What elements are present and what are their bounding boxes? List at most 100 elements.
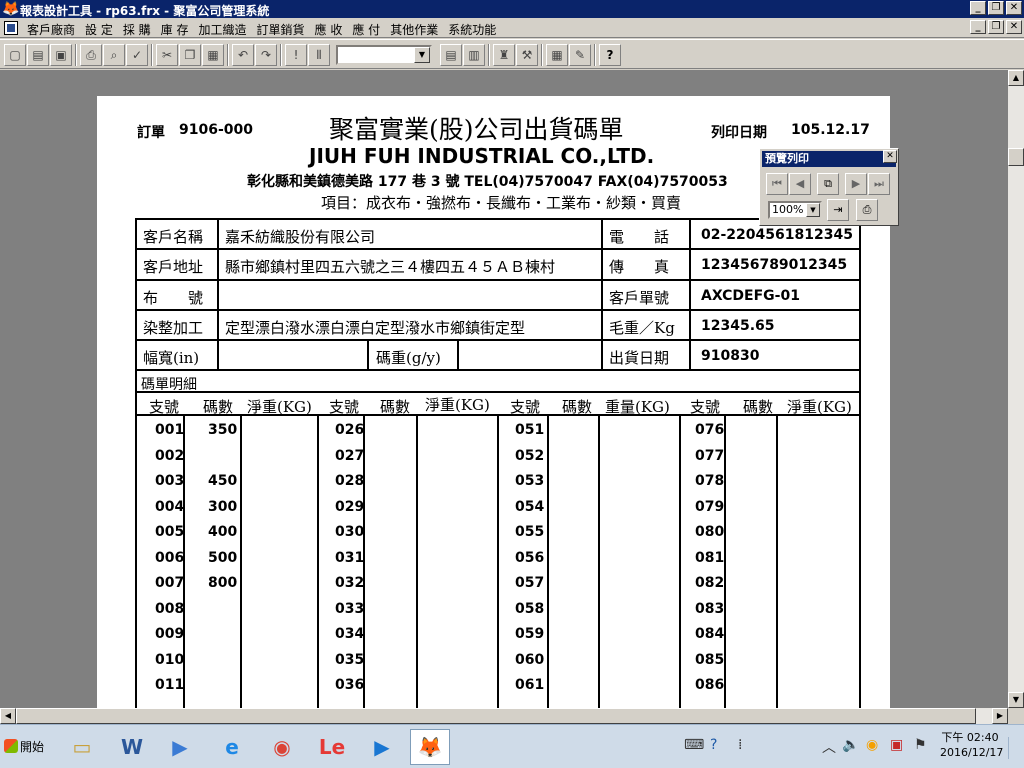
new-icon[interactable]: ▢ [4,44,26,66]
internet-explorer-icon[interactable]: e [212,729,252,765]
roll-number: 008 [155,601,185,617]
designer-icon[interactable]: ⚒ [516,44,538,66]
chrome-icon[interactable]: ◉ [262,729,302,765]
spell-check-icon[interactable]: ✓ [126,44,148,66]
scroll-down-button[interactable]: ▼ [1008,692,1024,708]
previous-page-icon[interactable]: ◀ [789,173,811,195]
roll-number: 077 [695,448,725,464]
roll-number: 029 [335,499,365,515]
tray-overflow-icon[interactable]: ⁞ [738,737,742,753]
video-player-icon[interactable]: ▶ [362,729,402,765]
undo-icon[interactable]: ↶ [232,44,254,66]
file-explorer-icon[interactable]: ▭ [62,729,102,765]
horizontal-scroll-thumb[interactable] [16,708,976,724]
redo-icon[interactable]: ↷ [255,44,277,66]
media-player-icon[interactable]: ▶ [160,729,200,765]
ship-date: 910830 [701,348,760,364]
taskbar: 開始 ▭ W ▶ e ◉ Le ▶ 🦊 ⌨ ? ⁞ ︿ 🔈 ◉ ▣ ⚑ 下午 0… [0,724,1024,768]
volume-icon[interactable]: 🔈 [842,737,859,753]
doc-minimize-button[interactable]: _ [970,20,986,34]
close-icon[interactable]: ✕ [883,150,897,163]
menu-receivables[interactable]: 應 收 [310,21,348,38]
restore-button[interactable]: ❐ [988,1,1004,15]
help-icon[interactable]: ? [710,737,717,753]
menu-orders-sales[interactable]: 訂單銷貨 [252,21,310,38]
clock[interactable]: 下午 02:40 2016/12/17 [940,730,1003,760]
show-desktop-button[interactable] [1008,737,1022,759]
next-page-icon[interactable]: ▶ [845,173,867,195]
scroll-left-button[interactable]: ◀ [0,708,16,724]
roll-number: 027 [335,448,365,464]
print-date-label: 列印日期 [711,125,767,141]
menu-inventory[interactable]: 庫 存 [156,21,194,38]
print-preview-icon[interactable]: ⌕ [103,44,125,66]
menu-customers[interactable]: 客戶廠商 [22,21,80,38]
print-date: 105.12.17 [791,122,870,138]
scroll-up-button[interactable]: ▲ [1008,70,1024,86]
roll-number: 079 [695,499,725,515]
paste-icon[interactable]: ▦ [202,44,224,66]
order-label: 訂單 [137,125,165,141]
builder-icon[interactable]: ♜ [493,44,515,66]
cut-icon[interactable]: ✂ [156,44,178,66]
doc-close-button[interactable]: ✕ [1006,20,1022,34]
phone-label: 電 話 [609,228,670,246]
minimize-button[interactable]: _ [970,1,986,15]
antivirus-icon[interactable]: ◉ [866,737,878,753]
report-icon[interactable]: ▥ [463,44,485,66]
word-icon[interactable]: W [112,729,152,765]
horizontal-scrollbar[interactable]: ◀ ▶ [0,708,1008,724]
show-hidden-icons-icon[interactable]: ︿ [822,737,836,757]
print-icon[interactable]: ⎙ [80,44,102,66]
toolbar-combo[interactable]: ▼ [336,45,432,65]
network-icon[interactable]: ▣ [890,737,903,753]
roll-number: 028 [335,473,365,489]
database-icon[interactable]: ▦ [546,44,568,66]
keyboard-icon[interactable]: ⌨ [684,737,704,753]
company-address: 彰化縣和美鎮德美路 177 巷 3 號 TEL(04)7570047 FAX(0… [247,174,728,190]
copy-icon[interactable]: ❐ [179,44,201,66]
chart-icon[interactable]: ⦀ [308,44,330,66]
roll-number: 026 [335,422,365,438]
roll-number: 009 [155,626,185,642]
gross-weight-label: 毛重／Kg [609,319,675,337]
first-page-icon[interactable]: ⏮ [766,173,788,195]
close-button[interactable]: ✕ [1006,1,1022,15]
chevron-down-icon[interactable]: ▼ [414,47,430,63]
col-header: 支號 [149,398,180,416]
close-preview-icon[interactable]: ⇥ [827,199,849,221]
run-icon[interactable]: ! [285,44,307,66]
flag-icon[interactable]: ⚑ [914,737,927,753]
roll-number: 010 [155,652,185,668]
form-icon[interactable]: ▤ [440,44,462,66]
last-page-icon[interactable]: ⏭ [868,173,890,195]
menu-other[interactable]: 其他作業 [385,21,443,38]
le-app-icon[interactable]: Le [312,729,352,765]
report-tool-taskbar-icon[interactable]: 🦊 [410,729,450,765]
report-title: 聚富實業(股)公司出貨碼單 [329,115,624,144]
open-icon[interactable]: ▤ [27,44,49,66]
roll-number: 051 [515,422,545,438]
menu-settings[interactable]: 設 定 [80,21,118,38]
detail-label: 碼單明細 [141,377,197,393]
doc-restore-button[interactable]: ❐ [988,20,1004,34]
menu-system[interactable]: 系統功能 [443,21,501,38]
roll-number: 080 [695,524,725,540]
print-icon[interactable]: ⎙ [856,199,878,221]
vertical-scroll-thumb[interactable] [1008,148,1024,166]
save-icon[interactable]: ▣ [50,44,72,66]
start-button[interactable]: 開始 [2,733,52,761]
chevron-down-icon[interactable]: ▼ [806,203,820,217]
vertical-scrollbar[interactable]: ▲ ▼ [1008,70,1024,708]
menu-purchasing[interactable]: 採 購 [118,21,156,38]
document-menu-icon[interactable] [4,21,18,35]
menu-payables[interactable]: 應 付 [347,21,385,38]
zoom-select[interactable]: 100% ▼ [768,201,822,219]
col-header: 支號 [329,398,360,416]
help-icon[interactable]: ? [599,44,621,66]
scroll-right-button[interactable]: ▶ [992,708,1008,724]
menu-processing[interactable]: 加工織造 [194,21,252,38]
col-header: 支號 [690,398,721,416]
edit-icon[interactable]: ✎ [569,44,591,66]
go-to-page-icon[interactable]: ⧉ [817,173,839,195]
